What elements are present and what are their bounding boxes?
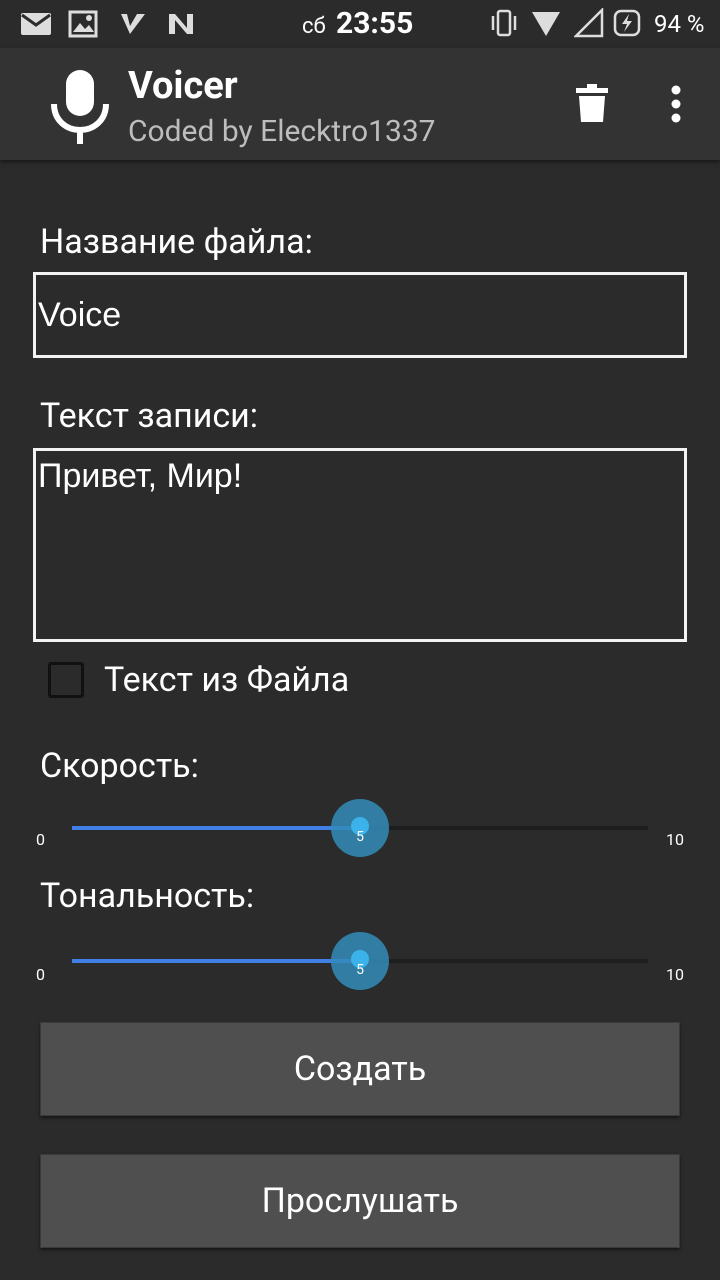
text-input[interactable]: Привет, Мир! bbox=[33, 448, 687, 642]
speed-min: 0 bbox=[36, 830, 45, 849]
app-title: Voicer bbox=[128, 64, 238, 108]
speed-max: 10 bbox=[666, 830, 684, 849]
pitch-slider-fill bbox=[72, 959, 360, 963]
from-file-label: Текст из Файла bbox=[104, 660, 350, 700]
more-vert-icon[interactable] bbox=[666, 84, 686, 124]
from-file-checkbox[interactable] bbox=[48, 662, 84, 698]
listen-button[interactable]: Прослушать bbox=[40, 1154, 680, 1248]
create-button[interactable]: Создать bbox=[40, 1022, 680, 1116]
filename-label: Название файла: bbox=[40, 222, 313, 262]
battery-charging-icon bbox=[613, 9, 641, 37]
status-time: 23:55 bbox=[336, 6, 414, 41]
speed-value: 5 bbox=[356, 829, 364, 845]
battery-percent: 94 % bbox=[654, 10, 705, 38]
status-bar: сб 23:55 94 % bbox=[0, 0, 720, 48]
pitch-value: 5 bbox=[356, 962, 364, 978]
speed-slider-fill bbox=[72, 826, 360, 830]
microphone-icon bbox=[51, 70, 109, 144]
app-subtitle: Coded by Elecktro1337 bbox=[128, 114, 436, 149]
wifi-icon bbox=[532, 12, 560, 36]
text-label: Текст записи: bbox=[40, 396, 259, 436]
app-bar: Voicer Coded by Elecktro1337 bbox=[0, 48, 720, 160]
image-icon bbox=[68, 10, 98, 38]
pitch-min: 0 bbox=[36, 965, 45, 984]
pitch-slider-thumb[interactable]: 5 bbox=[331, 932, 389, 990]
status-day: сб bbox=[302, 14, 326, 39]
pitch-max: 10 bbox=[666, 965, 684, 984]
filename-input[interactable] bbox=[33, 272, 687, 358]
n-icon bbox=[169, 14, 193, 34]
check-flag-icon bbox=[121, 14, 145, 34]
signal-icon bbox=[574, 8, 604, 38]
speed-label: Скорость: bbox=[40, 746, 199, 786]
speed-slider-thumb[interactable]: 5 bbox=[331, 799, 389, 857]
trash-icon[interactable] bbox=[576, 84, 608, 124]
mail-icon bbox=[21, 13, 51, 35]
vibrate-icon bbox=[491, 9, 517, 37]
pitch-label: Тональность: bbox=[40, 876, 255, 916]
